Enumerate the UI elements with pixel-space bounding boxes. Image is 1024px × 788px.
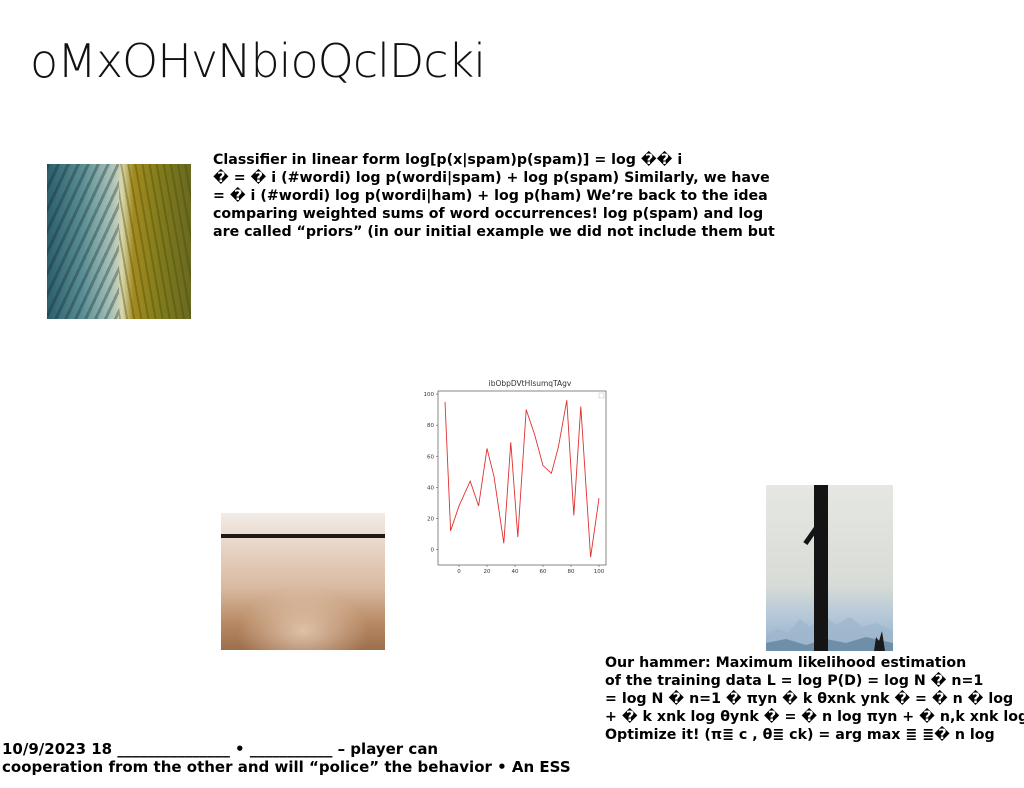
- x-tick-label: 20: [484, 569, 491, 575]
- chart-background: [420, 376, 612, 576]
- chart-title: ibObpDVtHlsumqTAgv: [489, 379, 572, 388]
- y-tick-label: 60: [427, 454, 434, 460]
- forest-photo: [47, 164, 191, 319]
- x-tick-label: 0: [457, 569, 461, 575]
- mountains-silhouette: [766, 615, 893, 651]
- y-tick-label: 20: [427, 516, 434, 522]
- text-line: + � k xnk log θynk � = � n log πyn + � n…: [605, 709, 1024, 725]
- sepia-photo: [221, 513, 385, 650]
- person-figure: [814, 485, 828, 651]
- silhouette-photo: [766, 485, 893, 651]
- y-tick-label: 80: [427, 423, 434, 429]
- text-line: of the training data L = log P(D) = log …: [605, 673, 984, 689]
- x-tick-label: 80: [568, 569, 575, 575]
- y-tick-label: 100: [424, 392, 435, 398]
- text-line: = � i (#wordi) log p(wordi|ham) + log p(…: [213, 188, 768, 204]
- footer-line: 10/9/2023 18 _______________ • _________…: [2, 740, 439, 758]
- text-line: = log N � n=1 � πyn � k θxnk ynk � = � n…: [605, 691, 1014, 707]
- text-line: comparing weighted sums of word occurren…: [213, 206, 764, 222]
- text-line: are called “priors” (in our initial exam…: [213, 224, 775, 240]
- slide-title: oMxOHvNbioQclDcki: [30, 34, 486, 88]
- x-tick-label: 60: [540, 569, 547, 575]
- slide-footer: 10/9/2023 18 _______________ • _________…: [2, 740, 571, 776]
- legend-box: [598, 392, 605, 399]
- x-tick-label: 40: [512, 569, 519, 575]
- x-tick-label: 100: [594, 569, 605, 575]
- body-paragraph-top: Classifier in linear form log[p(x|spam)p…: [213, 151, 775, 241]
- y-tick-label: 40: [427, 485, 434, 491]
- text-line: Our hammer: Maximum likelihood estimatio…: [605, 655, 967, 671]
- text-line: Optimize it! (π≣ c , θ≣ ck) = arg max ≣ …: [605, 727, 995, 743]
- text-line: Classifier in linear form log[p(x|spam)p…: [213, 152, 683, 168]
- text-line: � = � i (#wordi) log p(wordi|spam) + log…: [213, 170, 770, 186]
- footer-line: cooperation from the other and will “pol…: [2, 758, 571, 776]
- body-paragraph-right: Our hammer: Maximum likelihood estimatio…: [605, 654, 1024, 744]
- y-tick-label: 0: [431, 547, 435, 553]
- line-chart: ibObpDVtHlsumqTAgv 0 20 40 60 80 100 0 20 40 60 8…: [420, 376, 612, 576]
